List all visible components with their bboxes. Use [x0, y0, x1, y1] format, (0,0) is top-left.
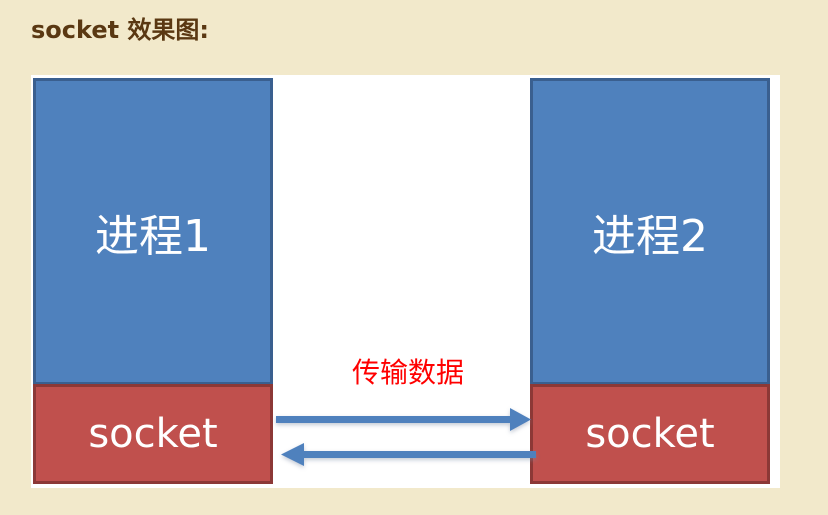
page-heading: socket 效果图:: [31, 16, 210, 44]
diagram-panel: 进程1 socket 进程2 socket 传输数据: [31, 75, 780, 488]
transfer-arrows: [276, 408, 536, 466]
arrow-right: [276, 408, 531, 431]
arrow-left: [281, 443, 536, 466]
